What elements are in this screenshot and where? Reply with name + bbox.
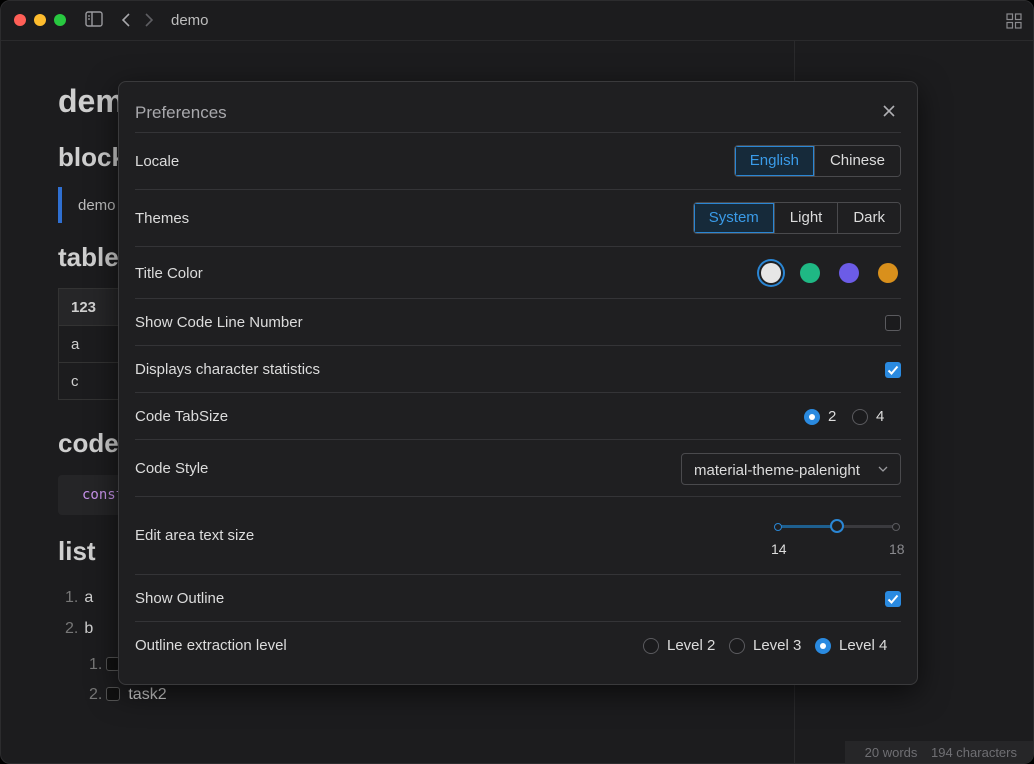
level-3-label: Level 3: [753, 637, 802, 654]
tabsize-4-label: 4: [876, 408, 885, 425]
text-size-slider-thumb[interactable]: [830, 519, 844, 533]
slider-min-dot: [774, 523, 782, 531]
code-style-label: Code Style: [135, 460, 209, 477]
theme-option-light[interactable]: Light: [773, 203, 838, 233]
blockquote-text: demo: [78, 197, 116, 214]
slider-max-label: 18: [889, 541, 905, 557]
level-4-radio[interactable]: [815, 638, 831, 654]
sidebar-toggle-icon[interactable]: [85, 11, 103, 27]
code-style-row: Code Style material-theme-palenight: [135, 439, 901, 496]
checkmark-icon: [887, 365, 899, 375]
text-size-label: Edit area text size: [135, 527, 255, 544]
color-swatch-purple[interactable]: [839, 263, 859, 283]
slider-max-dot: [892, 523, 900, 531]
level-2-radio[interactable]: [643, 638, 659, 654]
outline-level-label: Outline extraction level: [135, 637, 287, 654]
tabsize-4-radio[interactable]: [852, 409, 868, 425]
themes-label: Themes: [135, 210, 190, 227]
theme-option-system[interactable]: System: [693, 203, 774, 233]
text-size-slider-fill: [778, 525, 837, 528]
title-bar: demo: [1, 1, 1033, 41]
show-outline-row: Show Outline: [135, 574, 901, 621]
preferences-dialog: Preferences Locale English Chinese Theme…: [118, 81, 918, 685]
locale-row: Locale English Chinese: [135, 132, 901, 189]
show-outline-checkbox[interactable]: [885, 591, 901, 607]
window-title: demo: [171, 12, 209, 29]
show-outline-label: Show Outline: [135, 590, 225, 607]
character-statistics-row: Displays character statistics: [135, 345, 901, 392]
list-item: 1. a: [65, 589, 93, 607]
list-item-text: a: [84, 589, 94, 606]
chevron-down-icon: [878, 466, 888, 472]
show-code-line-number-checkbox[interactable]: [885, 315, 901, 331]
show-code-line-number-label: Show Code Line Number: [135, 314, 303, 331]
theme-option-dark[interactable]: Dark: [837, 203, 900, 233]
zoom-window-button[interactable]: [54, 14, 66, 26]
character-statistics-checkbox[interactable]: [885, 362, 901, 378]
tabsize-2-label: 2: [828, 408, 837, 425]
close-window-button[interactable]: [14, 14, 26, 26]
locale-label: Locale: [135, 153, 180, 170]
character-count: 194 characters: [931, 745, 1017, 760]
task-checkbox[interactable]: [106, 687, 121, 701]
task-text: task2: [128, 686, 167, 703]
doc-heading-code: code: [58, 428, 119, 458]
color-swatch-green[interactable]: [800, 263, 820, 283]
code-tabsize-row: Code TabSize 2 4: [135, 392, 901, 439]
back-arrow-icon[interactable]: [121, 13, 131, 27]
outline-level-row: Outline extraction level Level 2 Level 3…: [135, 621, 901, 677]
grid-view-icon[interactable]: [1006, 13, 1022, 29]
dialog-title: Preferences: [135, 103, 227, 122]
level-2-label: Level 2: [667, 637, 716, 654]
tabsize-2-radio[interactable]: [804, 409, 820, 425]
checkmark-icon: [887, 594, 899, 604]
list-item-text: b: [84, 620, 94, 637]
forward-arrow-icon[interactable]: [144, 13, 154, 27]
title-color-row: Title Color: [135, 246, 901, 298]
character-statistics-label: Displays character statistics: [135, 361, 321, 378]
task-number: 2.: [89, 686, 103, 703]
level-3-radio[interactable]: [729, 638, 745, 654]
level-4-label: Level 4: [839, 637, 888, 654]
code-style-value: material-theme-palenight: [694, 462, 860, 479]
close-icon[interactable]: [881, 103, 897, 119]
status-bar: 20 words 194 characters: [844, 741, 1033, 763]
code-tabsize-label: Code TabSize: [135, 408, 229, 425]
slider-min-label: 14: [771, 541, 787, 557]
locale-option-english[interactable]: English: [734, 146, 814, 176]
doc-heading-list: list: [58, 536, 96, 566]
list-item: 2. b: [65, 620, 93, 638]
list-number: 1.: [65, 589, 79, 606]
doc-heading-table: table: [58, 242, 119, 272]
doc-heading-block: block: [58, 142, 126, 172]
show-code-line-number-row: Show Code Line Number: [135, 298, 901, 345]
locale-option-chinese[interactable]: Chinese: [813, 146, 900, 176]
word-count: 20 words: [864, 745, 918, 760]
minimize-window-button[interactable]: [34, 14, 46, 26]
color-swatch-orange[interactable]: [878, 263, 898, 283]
code-style-select[interactable]: material-theme-palenight: [681, 453, 901, 485]
task-number: 1.: [89, 656, 103, 673]
task-item: 2. task2: [89, 686, 167, 704]
themes-row: Themes System Light Dark: [135, 189, 901, 246]
themes-segmented-control: System Light Dark: [692, 202, 901, 234]
text-size-row: Edit area text size 14 18: [135, 496, 905, 574]
locale-segmented-control: English Chinese: [733, 145, 901, 177]
app-window: demo dem block demo table 123 a c code c…: [0, 0, 1034, 764]
list-number: 2.: [65, 620, 79, 637]
doc-heading-1: dem: [58, 83, 124, 119]
title-color-label: Title Color: [135, 265, 203, 282]
color-swatch-white[interactable]: [761, 263, 781, 283]
